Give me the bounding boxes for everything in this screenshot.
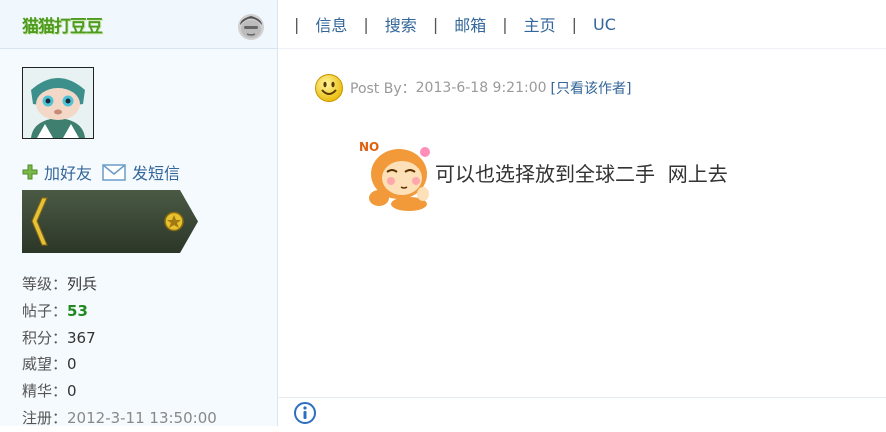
- register-value: 2012-3-11 13:50:00: [67, 408, 217, 427]
- envelope-icon: [102, 163, 126, 181]
- svg-text:NO: NO: [359, 140, 379, 154]
- nav-separator: |: [363, 14, 369, 34]
- username-bar: 猫猫打豆豆: [0, 0, 277, 49]
- monkey-emoticon-icon: NO: [359, 140, 430, 211]
- nav-item-info[interactable]: 信息: [315, 12, 347, 36]
- nav-separator: |: [502, 14, 508, 34]
- add-friend-button[interactable]: 加好友: [22, 160, 92, 184]
- plus-icon: [22, 164, 38, 180]
- username[interactable]: 猫猫打豆豆: [22, 12, 103, 37]
- nav-separator: |: [571, 14, 578, 34]
- level-value: 列兵: [67, 275, 98, 293]
- send-message-button[interactable]: 发短信: [102, 160, 180, 184]
- stat-essence: 精华：0: [22, 382, 77, 401]
- stat-level: 等级：列兵: [22, 275, 98, 293]
- post-footer: [278, 397, 886, 427]
- essence-value: 0: [67, 382, 77, 401]
- stat-points: 积分：367: [22, 328, 96, 347]
- info-icon[interactable]: [294, 402, 316, 424]
- points-value: 367: [67, 328, 96, 347]
- stat-posts: 帖子：53: [22, 301, 88, 320]
- rank-badge: [22, 190, 198, 253]
- post-timestamp: 2013-6-18 9:21:00: [415, 80, 547, 96]
- stat-register: 注册：2012-3-11 13:50:00: [22, 408, 217, 427]
- user-stats: 等级：列兵 帖子：53 积分：367 威望：0 精华：0 注册：2012-3-1…: [22, 271, 217, 432]
- nav-item-mailbox[interactable]: 邮箱: [454, 12, 486, 36]
- smiley-icon: [315, 74, 343, 102]
- send-message-label: 发短信: [132, 164, 181, 183]
- stat-prestige: 威望：0: [22, 355, 77, 374]
- nav-separator: |: [432, 14, 439, 34]
- author-only-link[interactable]: [只看该作者]: [551, 78, 632, 98]
- post-by-label: Post By：: [350, 81, 416, 97]
- nav-item-uc[interactable]: UC: [593, 15, 616, 34]
- prestige-value: 0: [67, 355, 77, 374]
- nav-separator: |: [294, 14, 300, 34]
- user-sidebar: 猫猫打豆豆 加好友 发短信 等级：列兵 帖子：53 积分：367 威望：0 精华…: [0, 0, 278, 427]
- post-meta: Post By： 2013-6-18 9:21:00 [只看该作者]: [314, 73, 631, 103]
- posts-value: 53: [67, 301, 88, 320]
- add-friend-label: 加好友: [44, 164, 93, 183]
- nav-item-search[interactable]: 搜索: [385, 12, 417, 36]
- avatar-image: [23, 68, 93, 138]
- avatar[interactable]: [22, 67, 94, 139]
- nav-item-homepage[interactable]: 主页: [524, 12, 556, 36]
- user-actions: 加好友 发短信: [22, 161, 190, 183]
- post-content: 可以也选择放到全球二手 网上去: [435, 162, 728, 186]
- post-toolbar: | 信息 | 搜索 | 邮箱 | 主页 | UC: [278, 0, 886, 49]
- online-status-icon: [238, 14, 264, 40]
